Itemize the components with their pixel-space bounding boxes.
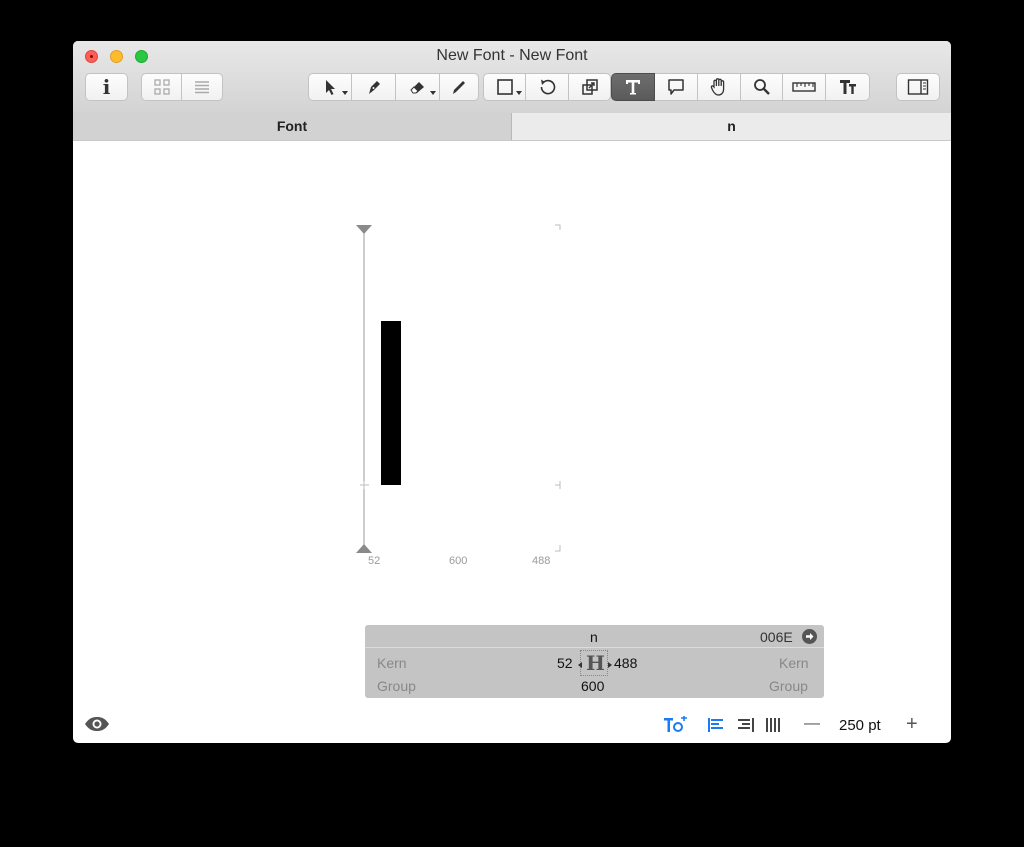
info-button[interactable]: i — [85, 73, 128, 101]
left-kern-label: Kern — [377, 655, 407, 671]
hand-icon — [710, 78, 725, 96]
tab-bar: Font n — [73, 113, 951, 141]
square-icon — [496, 79, 513, 95]
title-bar: New Font - New Font i — [73, 41, 951, 114]
glyph-name[interactable]: n — [590, 629, 598, 645]
right-baseline-tick — [555, 481, 561, 489]
list-view-button[interactable] — [182, 73, 223, 101]
text-preview-tool[interactable] — [826, 73, 870, 101]
rotate-tool[interactable] — [526, 73, 569, 101]
eraser-tool[interactable] — [396, 73, 440, 101]
glyph-outline-stem — [381, 321, 401, 485]
zoom-tool[interactable] — [741, 73, 783, 101]
eraser-icon — [409, 82, 424, 94]
bottom-bar: — 250 pt + — [73, 706, 951, 743]
rsb-value: 488 — [532, 555, 551, 567]
list-icon — [195, 81, 209, 94]
info-icon: i — [102, 75, 111, 99]
zoom-in-button[interactable]: + — [906, 713, 918, 736]
zoom-level[interactable]: 250 pt — [839, 717, 881, 734]
right-top-corner — [555, 224, 561, 230]
rsb-field[interactable]: 488 — [614, 655, 637, 671]
sidebar-icon — [907, 79, 929, 95]
app-window: New Font - New Font i Font n 52 600 488 … — [73, 41, 951, 743]
zoom-out-button[interactable]: — — [804, 715, 820, 733]
window-title: New Font - New Font — [436, 47, 588, 64]
pen-nib-icon — [368, 81, 380, 94]
glyph-view[interactable] — [73, 141, 951, 701]
text-t-icon — [626, 80, 640, 95]
left-group-label: Group — [377, 678, 416, 694]
measurement-tool[interactable] — [783, 73, 826, 101]
tab-font[interactable]: Font — [73, 113, 512, 140]
right-bottom-corner — [555, 545, 561, 552]
grid-view-button[interactable] — [141, 73, 182, 101]
right-kern-label: Kern — [779, 655, 809, 671]
go-to-glyph-icon[interactable] — [802, 629, 817, 644]
left-baseline-tick — [360, 481, 369, 489]
select-tool[interactable] — [308, 73, 352, 101]
right-group-label: Group — [769, 678, 808, 694]
rectangle-tool[interactable] — [483, 73, 526, 101]
pen-tool[interactable] — [352, 73, 396, 101]
unicode-value[interactable]: 006E — [760, 629, 793, 645]
scale-tool[interactable] — [569, 73, 611, 101]
magnifier-icon — [753, 79, 770, 95]
align-left-icon[interactable] — [707, 717, 725, 733]
top-marker-icon — [356, 225, 372, 234]
glyph-edit-canvas[interactable]: 52 600 488 — [73, 141, 951, 701]
rotate-icon — [540, 79, 556, 95]
chevron-down-icon — [342, 91, 348, 95]
ruler-icon — [792, 82, 816, 92]
double-t-icon — [839, 80, 856, 94]
sidebar-toggle[interactable] — [896, 73, 940, 101]
text-tool[interactable] — [611, 73, 655, 101]
text-options-icon[interactable] — [663, 716, 689, 734]
grid-icon — [153, 79, 170, 95]
align-justify-icon[interactable] — [765, 717, 783, 733]
chevron-down-icon — [430, 91, 436, 95]
preview-eye-icon[interactable] — [84, 716, 110, 732]
metrics-preview-icon: H — [578, 650, 612, 676]
pencil-icon — [453, 81, 465, 94]
align-right-icon[interactable] — [737, 717, 755, 733]
annotation-tool[interactable] — [655, 73, 698, 101]
scale-icon — [581, 79, 598, 95]
advance-width-value: 600 — [449, 555, 468, 567]
pointer-arrow-icon — [326, 80, 335, 95]
tab-glyph-n[interactable]: n — [512, 113, 951, 140]
speech-bubble-icon — [668, 79, 684, 95]
hand-tool[interactable] — [698, 73, 741, 101]
panel-divider — [365, 647, 824, 648]
width-field[interactable]: 600 — [581, 678, 604, 694]
pencil-tool[interactable] — [440, 73, 479, 101]
lsb-value: 52 — [368, 555, 381, 567]
chevron-down-icon — [516, 91, 522, 95]
glyph-info-panel: n 006E Kern 52 H 488 Kern Group 600 Grou… — [365, 625, 824, 698]
bottom-marker-icon — [356, 544, 372, 553]
lsb-field[interactable]: 52 — [557, 655, 573, 671]
